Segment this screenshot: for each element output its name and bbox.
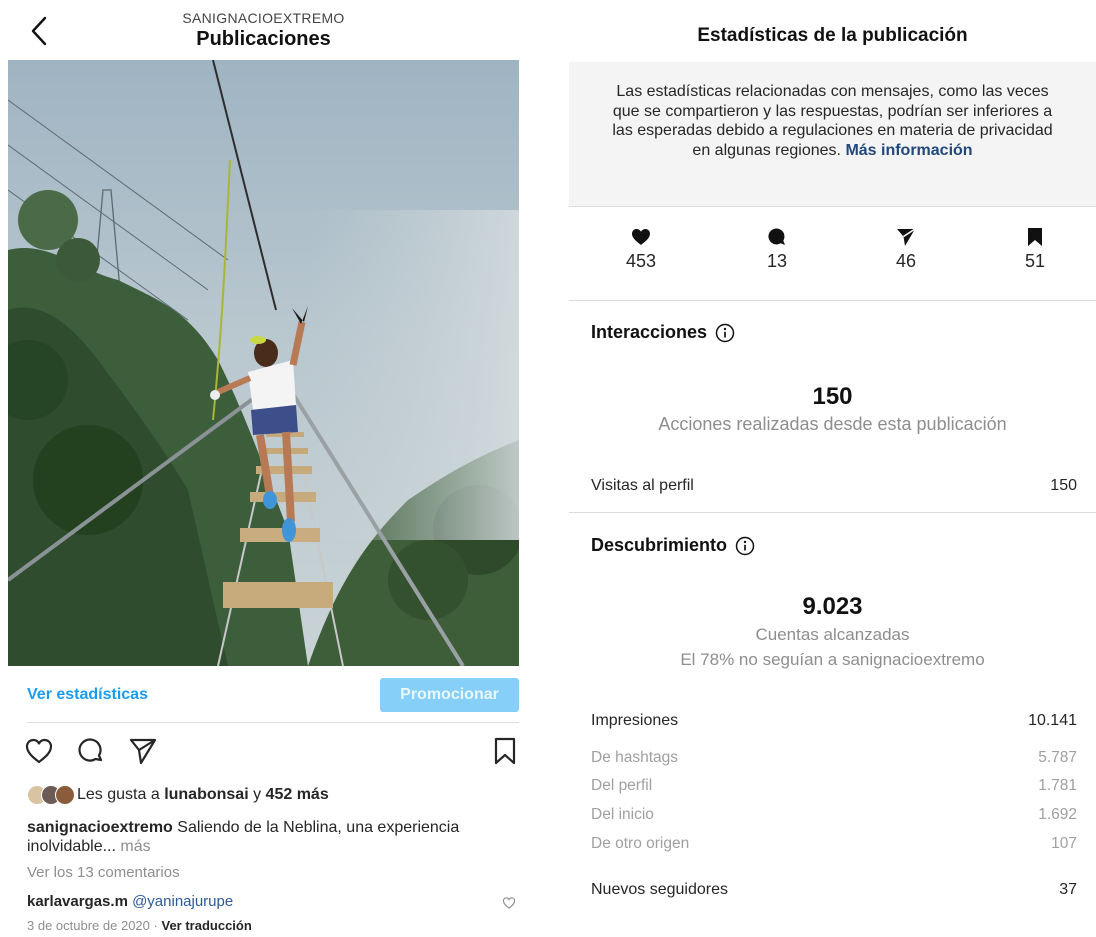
notice-text: Las estadísticas relacionadas con mensaj… <box>612 83 1053 159</box>
source-value: 1.781 <box>1038 777 1077 794</box>
bookmark-outline-icon[interactable] <box>490 736 520 766</box>
liker-username[interactable]: lunabonsai <box>164 786 248 804</box>
post-icons-row <box>0 732 527 772</box>
interactions-subtitle: Acciones realizadas desde esta publicaci… <box>658 414 1007 434</box>
source-value: 5.787 <box>1038 749 1077 766</box>
source-label: De otro origen <box>591 835 690 852</box>
info-icon[interactable] <box>735 536 755 556</box>
metric-saves: 51 <box>995 227 1075 272</box>
date-separator: · <box>153 918 158 933</box>
promote-button[interactable]: Promocionar <box>380 678 519 712</box>
post-header: SANIGNACIOEXTREMO Publicaciones <box>0 0 527 58</box>
source-row-profile: Del perfil 1.781 <box>591 777 1077 795</box>
caption-username[interactable]: sanignacioextremo <box>27 819 173 836</box>
reach-total: 9.023 <box>802 593 863 620</box>
post-panel: SANIGNACIOEXTREMO Publicaciones Ver esta… <box>0 0 527 937</box>
share-outline-icon[interactable] <box>128 736 158 766</box>
source-label: De hashtags <box>591 749 679 766</box>
likes-count: 453 <box>625 251 657 271</box>
share-icon <box>897 228 916 246</box>
likes-prefix: Les gusta a <box>77 786 160 803</box>
post-caption: sanignacioextremo Saliendo de la Neblina… <box>27 818 522 856</box>
caption-more-link[interactable]: más <box>120 838 150 855</box>
view-comments-link[interactable]: Ver los 13 comentarios <box>27 864 180 881</box>
comment: karlavargas.m @yaninajurupe <box>27 893 233 910</box>
source-value: 1.692 <box>1038 806 1077 823</box>
impressions-row: Impresiones 10.141 <box>591 712 1077 730</box>
source-label: Del perfil <box>591 777 653 794</box>
source-row-other: De otro origen 107 <box>591 835 1077 853</box>
post-date-line: 3 de octubre de 2020 · Ver traducción <box>27 918 252 933</box>
avatar <box>55 785 75 805</box>
view-stats-link[interactable]: Ver estadísticas <box>27 686 148 704</box>
impressions-label: Impresiones <box>591 712 679 729</box>
insights-title: Estadísticas de la publicación <box>697 25 968 46</box>
discovery-title: Descubrimiento <box>591 535 728 555</box>
comment-username[interactable]: karlavargas.m <box>27 893 128 910</box>
profile-visits-label: Visitas al perfil <box>591 477 694 494</box>
metric-comments: 13 <box>737 227 817 272</box>
profile-visits-value: 150 <box>1050 477 1077 494</box>
bookmark-icon <box>1028 228 1042 246</box>
post-photo[interactable] <box>8 60 519 666</box>
source-row-home: Del inicio 1.692 <box>591 806 1077 824</box>
account-name: SANIGNACIOEXTREMO <box>182 10 345 26</box>
comment-mention[interactable]: @yaninajurupe <box>132 893 233 910</box>
notice-paragraph: Las estadísticas relacionadas con mensaj… <box>609 82 1056 160</box>
shares-count: 46 <box>895 251 917 271</box>
divider <box>569 512 1096 513</box>
more-info-link[interactable]: Más información <box>845 142 972 159</box>
post-date: 3 de octubre de 2020 <box>27 918 150 933</box>
page-title: Publicaciones <box>196 28 331 50</box>
liker-avatars <box>27 785 75 805</box>
interactions-total: 150 <box>812 383 853 410</box>
source-label: Del inicio <box>591 806 654 823</box>
source-value: 107 <box>1051 835 1077 852</box>
impressions-value: 10.141 <box>1028 712 1077 729</box>
comment-outline-icon[interactable] <box>76 736 106 766</box>
metrics-row: 453 13 46 51 <box>569 207 1096 301</box>
comment-like-icon[interactable] <box>502 896 516 910</box>
discovery-header: Descubrimiento <box>591 535 755 556</box>
new-followers-row: Nuevos seguidores 37 <box>591 881 1077 899</box>
likes-line: Les gusta a lunabonsai y 452 más <box>27 782 329 808</box>
translate-link[interactable]: Ver traducción <box>161 918 251 933</box>
saves-count: 51 <box>1024 251 1046 271</box>
comment-icon <box>768 228 785 245</box>
metric-shares: 46 <box>866 227 946 272</box>
heart-icon <box>632 229 650 245</box>
new-followers-label: Nuevos seguidores <box>591 881 728 898</box>
post-action-row: Ver estadísticas Promocionar <box>0 676 527 716</box>
likes-connector: y <box>253 786 262 803</box>
source-row-hashtags: De hashtags 5.787 <box>591 749 1077 767</box>
metric-likes: 453 <box>601 227 681 272</box>
profile-visits-row: Visitas al perfil 150 <box>591 477 1077 495</box>
likes-others-count[interactable]: 452 más <box>266 786 329 804</box>
info-icon[interactable] <box>715 323 735 343</box>
interactions-title: Interacciones <box>591 322 708 342</box>
insights-panel: Estadísticas de la publicación Las estad… <box>569 0 1096 937</box>
heart-outline-icon[interactable] <box>24 736 54 766</box>
comments-count: 13 <box>766 251 788 271</box>
reach-subtitle: Cuentas alcanzadas <box>755 625 910 644</box>
interactions-header: Interacciones <box>591 322 735 343</box>
privacy-notice: Las estadísticas relacionadas con mensaj… <box>569 62 1096 207</box>
non-followers-note: El 78% no seguían a sanignacioextremo <box>680 650 985 669</box>
divider <box>27 722 519 723</box>
new-followers-value: 37 <box>1059 881 1077 898</box>
